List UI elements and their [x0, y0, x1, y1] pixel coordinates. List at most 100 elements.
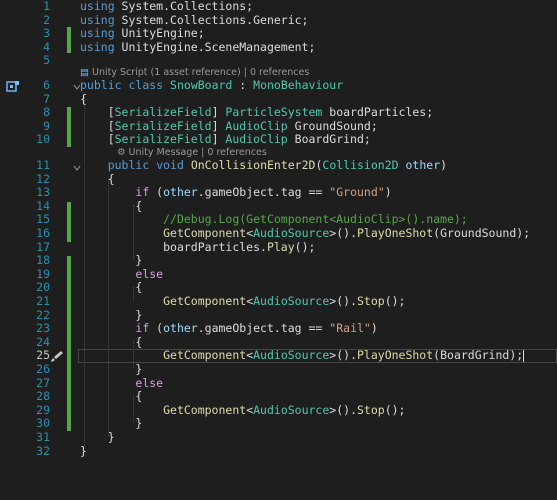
code-line-29[interactable]: GetComponent<AudioSource>().Stop();	[80, 402, 406, 418]
change-bar	[67, 256, 71, 431]
code-text: (	[149, 321, 164, 336]
code-text: ();	[384, 294, 406, 308]
method-call: Stop	[357, 294, 385, 308]
field-name: BoardGrind;	[287, 132, 371, 147]
line-number: 8	[43, 105, 50, 120]
code-line-20[interactable]: {	[80, 281, 142, 295]
line-number: 28	[36, 389, 50, 404]
line-number: 22	[36, 307, 50, 322]
field-name: GroundSound;	[287, 118, 378, 133]
code-editor[interactable]: 1 2 3 4 5 6 7 8 9 10 11 12 13 14 15 16 17 18 19 20 21 22 23 24 2…	[0, 0, 557, 500]
type: AudioSource	[253, 226, 330, 240]
comment: //Debug.Log(GetComponent<AudioClip>().na…	[163, 212, 468, 227]
code-line-17[interactable]: boardParticles.Play();	[80, 239, 315, 255]
keyword: using	[80, 12, 115, 27]
code-text: :	[232, 78, 254, 92]
code-line-23[interactable]: if (other.gameObject.tag == "Rail")	[80, 321, 378, 336]
code-line-12[interactable]: {	[80, 172, 115, 187]
code-text: >().	[329, 226, 357, 240]
code-text: UnityEngine.SceneManagement;	[114, 39, 316, 54]
brace: {	[135, 280, 143, 295]
code-text: (GroundSound);	[433, 226, 531, 240]
class-icon[interactable]	[6, 80, 20, 93]
code-text: )	[370, 321, 378, 336]
code-text: System.Collections.Generic;	[114, 12, 309, 27]
type: AudioSource	[253, 348, 330, 363]
code-text: UnityEngine;	[114, 26, 205, 41]
code-text: >().	[329, 348, 357, 363]
variable: other	[163, 185, 198, 200]
code-text: .gameObject.tag ==	[197, 321, 330, 336]
attribute: SerializeField	[114, 132, 212, 147]
keyword: using	[80, 26, 115, 41]
line-number: 2	[43, 12, 50, 27]
method-call: GetComponent	[163, 348, 247, 363]
code-line-19[interactable]: else	[80, 267, 163, 282]
line-number: 3	[43, 26, 50, 41]
line-number: 18	[36, 253, 50, 268]
method-name: OnCollisionEnter2D	[190, 158, 316, 172]
type: AudioSource	[253, 294, 330, 308]
code-line-16[interactable]: GetComponent<AudioSource>().PlayOneShot(…	[80, 226, 531, 241]
text-cursor	[523, 349, 525, 362]
brace: {	[135, 334, 143, 349]
code-line-21[interactable]: GetComponent<AudioSource>().Stop();	[80, 294, 406, 309]
code-line-26[interactable]: }	[80, 362, 142, 377]
code-line-28[interactable]: {	[80, 389, 143, 404]
code-line-18[interactable]: }	[80, 253, 142, 268]
code-text: (BoardGrind);	[433, 348, 524, 363]
code-text: boardParticles.	[163, 239, 267, 254]
code-line-7[interactable]: {	[80, 92, 87, 107]
line-number: 9	[43, 118, 50, 133]
code-line-30[interactable]: }	[80, 417, 142, 431]
line-number: 27	[36, 375, 50, 390]
code-line-27[interactable]: else	[80, 376, 163, 391]
code-line-3[interactable]: using UnityEngine;	[80, 26, 205, 41]
line-number: 19	[36, 266, 50, 281]
code-text: ();	[384, 402, 406, 417]
codelens-text[interactable]: Unity Script (1 asset reference) | 0 ref…	[92, 67, 309, 78]
code-line-4[interactable]: using UnityEngine.SceneManagement;	[80, 39, 316, 55]
line-number: 26	[36, 362, 50, 376]
param-name: other	[405, 158, 441, 172]
code-line-15[interactable]: //Debug.Log(GetComponent<AudioClip>().na…	[80, 213, 468, 227]
field-name: boardParticles;	[322, 105, 434, 120]
type: ParticleSystem	[225, 105, 323, 120]
type: AudioSource	[253, 402, 330, 417]
code-line-25[interactable]: GetComponent<AudioSource>().PlayOneShot(…	[80, 348, 525, 363]
attribute: SerializeField	[114, 118, 212, 133]
code-text: .gameObject.tag ==	[197, 185, 330, 200]
line-number: 32	[36, 443, 50, 458]
keyword: void	[156, 158, 184, 172]
keyword: using	[80, 0, 115, 13]
code-line-2[interactable]: using System.Collections.Generic;	[80, 12, 309, 28]
code-line-31[interactable]: }	[80, 430, 115, 445]
quick-action-brush-icon[interactable]	[50, 350, 64, 363]
code-line-1[interactable]: using System.Collections;	[80, 0, 253, 14]
method-call: Play	[266, 239, 295, 254]
code-line-10[interactable]: [SerializeField] AudioClip BoardGrind;	[80, 133, 371, 147]
class-name: SnowBoard	[170, 78, 233, 92]
code-line-32[interactable]: }	[80, 444, 87, 459]
method-call: GetComponent	[163, 294, 247, 308]
code-text: >().	[329, 294, 357, 308]
brace: }	[135, 307, 143, 322]
code-line-13[interactable]: if (other.gameObject.tag == "Ground")	[80, 185, 391, 200]
code-line-22[interactable]: }	[80, 307, 143, 323]
codelens-text[interactable]: Unity Message | 0 references	[129, 147, 267, 158]
code-line-14[interactable]: {	[80, 199, 142, 214]
code-line-8[interactable]: [SerializeField] ParticleSystem boardPar…	[80, 105, 434, 120]
line-number: 4	[43, 39, 50, 54]
line-number: 16	[36, 226, 50, 240]
line-number: 10	[36, 132, 50, 147]
brace: {	[135, 389, 143, 404]
code-line-24[interactable]: {	[80, 334, 143, 350]
keyword: if	[135, 321, 150, 336]
code-line-11[interactable]: public void OnCollisionEnter2D(Collision…	[80, 158, 447, 173]
method-call: GetComponent	[163, 402, 247, 417]
line-number: 11	[36, 158, 50, 172]
code-line-9[interactable]: [SerializeField] AudioClip GroundSound;	[80, 118, 378, 134]
code-line-6[interactable]: public class SnowBoard : MonoBehaviour	[80, 78, 343, 93]
type: AudioClip	[225, 118, 288, 133]
change-bar	[67, 27, 71, 53]
